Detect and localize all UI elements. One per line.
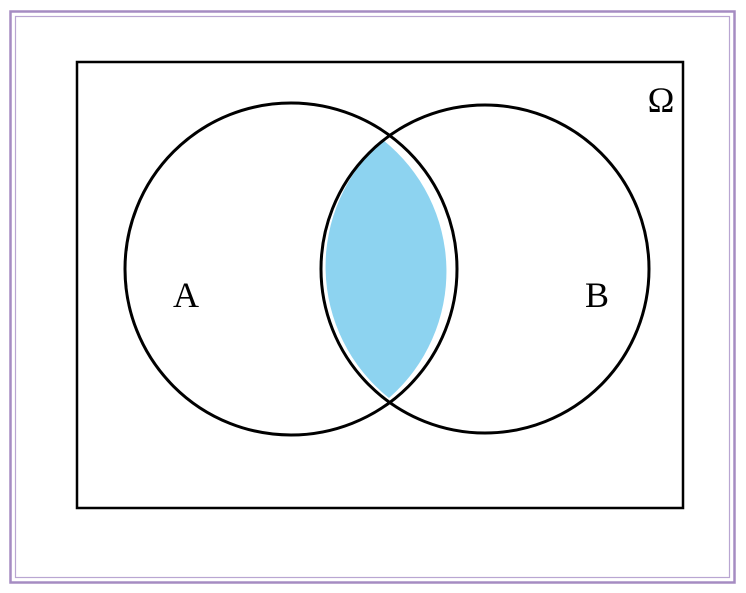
- set-b-label: B: [585, 275, 609, 315]
- set-a-label: A: [173, 275, 199, 315]
- venn-diagram: Ω A B: [9, 10, 736, 584]
- universe-label: Ω: [648, 80, 675, 120]
